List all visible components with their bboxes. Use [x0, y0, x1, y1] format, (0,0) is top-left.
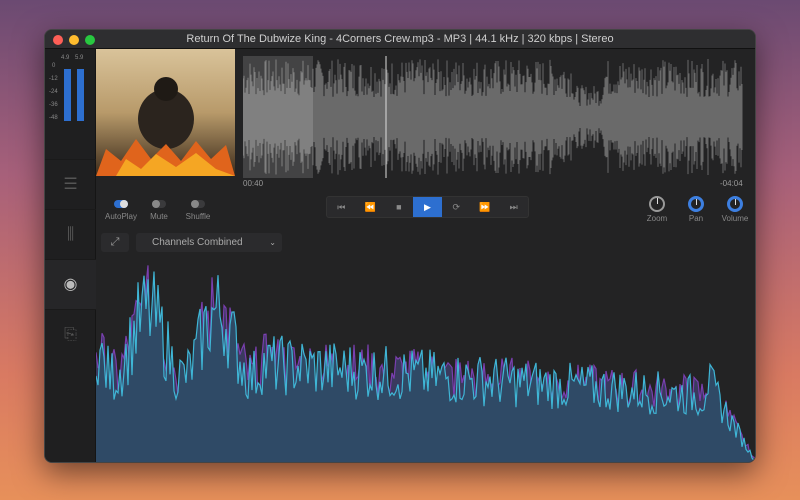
level-meter: 4.9 5.9 0 -12 -24 -36 -48	[45, 49, 96, 127]
waveform[interactable]	[243, 56, 743, 178]
peak-left: 4.9	[61, 55, 70, 61]
zoom-label: Zoom	[646, 214, 668, 223]
fast-forward-icon[interactable]: ⏩	[471, 197, 500, 217]
pan-label: Pan	[688, 214, 704, 223]
skip-forward-icon[interactable]: ⏭	[499, 197, 528, 217]
remaining-time: -04:04	[720, 179, 743, 188]
elapsed-time: 00:40	[243, 179, 264, 188]
title-bar: Return Of The Dubwize King - 4Corners Cr…	[45, 30, 755, 49]
play-icon[interactable]: ▶	[413, 197, 442, 217]
close-button[interactable]	[53, 35, 63, 45]
sliders-icon[interactable]: ⫼	[45, 209, 96, 259]
shuffle-label: Shuffle	[185, 212, 211, 221]
shuffle-toggle[interactable]: Shuffle	[178, 200, 218, 221]
album-art	[96, 49, 235, 176]
spectrum-analyzer	[96, 265, 755, 462]
meter-scale-label: -12	[49, 76, 58, 82]
stop-icon[interactable]: ■	[384, 197, 413, 217]
volume-label: Volume	[721, 214, 749, 223]
expand-icon: ⤢	[110, 236, 120, 248]
channel-mode-value: Channels Combined	[152, 237, 243, 248]
meter-scale-label: -24	[49, 89, 58, 95]
app-window: Return Of The Dubwize King - 4Corners Cr…	[44, 29, 756, 463]
transport-controls: ⏮ ⏪ ■ ▶ ⟳ ⏩ ⏭	[326, 196, 529, 218]
mute-label: Mute	[150, 212, 168, 221]
meter-bar-left	[64, 69, 71, 121]
window-title: Return Of The Dubwize King - 4Corners Cr…	[186, 33, 614, 45]
chevron-down-icon: ⌄	[269, 238, 276, 247]
channel-mode-select[interactable]: Channels Combined ⌄	[136, 233, 282, 252]
export-icon[interactable]: ⎘	[45, 309, 96, 359]
meter-scale-label: 0	[52, 63, 56, 69]
pan-knob[interactable]: Pan	[679, 196, 713, 223]
spectrum-line-cyan-fill	[96, 271, 755, 462]
zoom-window-button[interactable]	[85, 35, 95, 45]
played-region	[243, 56, 313, 178]
peak-right: 5.9	[75, 55, 84, 61]
meter-scale-label: -48	[49, 115, 58, 121]
autoplay-label: AutoPlay	[104, 212, 138, 221]
minimize-button[interactable]	[69, 35, 79, 45]
sidebar: 4.9 5.9 0 -12 -24 -36 -48 ☰ ⫼ ◉ ⎘	[45, 49, 96, 462]
volume-knob[interactable]: Volume	[718, 196, 752, 223]
list-icon[interactable]: ☰	[45, 159, 96, 209]
meter-bar-right	[77, 69, 84, 121]
mute-toggle[interactable]: Mute	[139, 200, 179, 221]
expand-button[interactable]: ⤢	[101, 233, 129, 252]
album-art-image	[96, 77, 235, 176]
loop-icon[interactable]: ⟳	[442, 197, 471, 217]
autoplay-toggle[interactable]: AutoPlay	[101, 200, 141, 221]
meter-scale-label: -36	[49, 102, 58, 108]
rewind-icon[interactable]: ⏪	[356, 197, 385, 217]
eye-icon[interactable]: ◉	[45, 259, 96, 309]
skip-back-icon[interactable]: ⏮	[327, 197, 356, 217]
waveform-path	[243, 59, 743, 175]
zoom-knob[interactable]: Zoom	[640, 196, 674, 223]
